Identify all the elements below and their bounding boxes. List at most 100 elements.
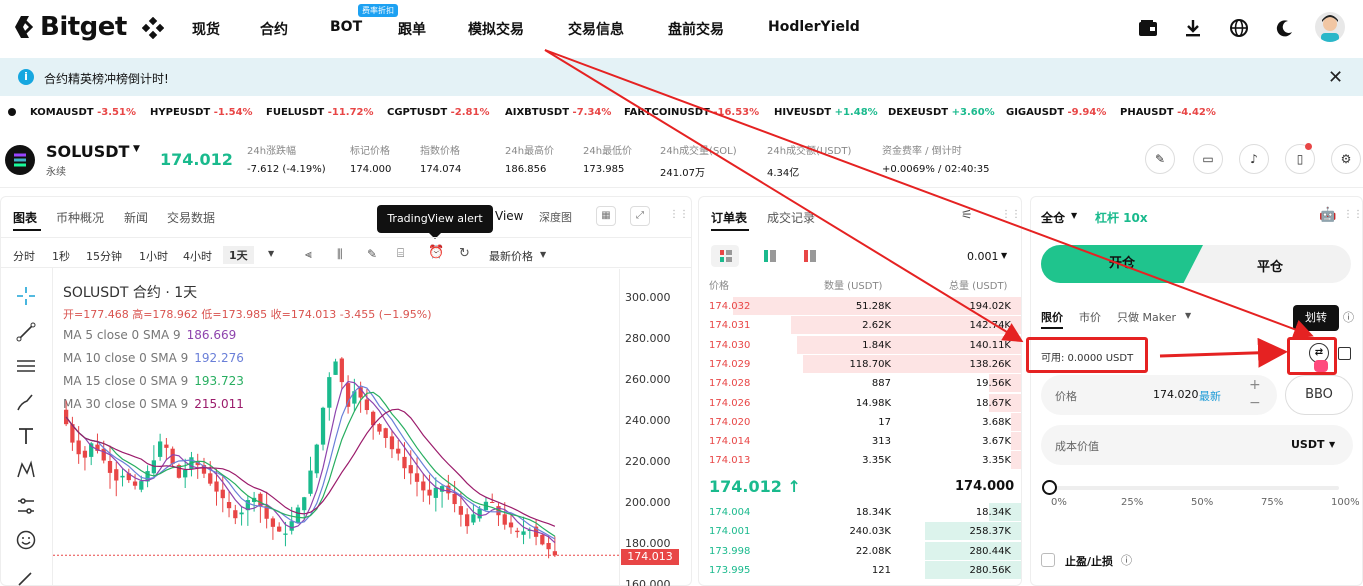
orderbook-row[interactable]: 174.031 2.62K 142.74K (701, 316, 1021, 335)
crosshair-icon[interactable] (15, 285, 37, 307)
globe-icon[interactable] (1227, 16, 1251, 40)
amount-slider-handle[interactable] (1042, 480, 1057, 495)
tab-trade-data[interactable]: 交易数据 (167, 209, 215, 226)
precision-dropdown-icon[interactable]: ▼ (1001, 251, 1007, 260)
bbo-button[interactable]: BBO (1285, 375, 1353, 415)
settings-icon[interactable]: ⚙ (1331, 144, 1361, 174)
measure-icon[interactable] (15, 495, 37, 517)
ticker-item[interactable]: GIGAUSDT -9.94% (1006, 107, 1106, 118)
drag-handle-icon[interactable]: ⋮⋮ (1001, 209, 1021, 220)
emoji-icon[interactable] (15, 529, 37, 551)
tf-15m[interactable]: 15分钟 (86, 248, 122, 264)
orderbook-row[interactable]: 174.004 18.34K 18.34K (701, 503, 1021, 522)
robot-icon[interactable]: 🤖 (1319, 207, 1336, 223)
tf-4h[interactable]: 4小时 (183, 248, 212, 264)
margin-mode-select[interactable]: 全仓 (1041, 209, 1065, 226)
order-type-market[interactable]: 市价 (1079, 309, 1101, 325)
ruler-icon[interactable] (15, 569, 37, 586)
tpsl-checkbox[interactable] (1041, 553, 1055, 567)
cost-input[interactable]: 成本价值 USDT ▼ (1041, 425, 1353, 465)
brush-icon[interactable] (15, 391, 37, 413)
fullscreen-icon[interactable]: ⤢ (630, 206, 650, 226)
tab-news[interactable]: 新闻 (124, 209, 148, 226)
orderbook-row[interactable]: 173.998 22.08K 280.44K (701, 541, 1021, 561)
orderbook-row[interactable]: 173.995 121 280.56K (701, 560, 1021, 580)
refresh-icon[interactable]: ↻ (459, 246, 470, 261)
slider-mark[interactable]: 100% (1331, 497, 1360, 508)
calculator-icon[interactable] (1338, 347, 1351, 360)
candle-type-icon[interactable]: ⫼ (337, 247, 343, 262)
ticket-icon[interactable]: ▭ (1193, 144, 1223, 174)
cost-unit-select[interactable]: USDT (1291, 438, 1325, 451)
slider-mark[interactable]: 50% (1191, 497, 1213, 508)
close-position-tab[interactable]: 平仓 (1257, 256, 1283, 275)
dark-mode-icon[interactable] (1273, 16, 1297, 40)
slider-mark[interactable]: 75% (1261, 497, 1283, 508)
order-type-dropdown-icon[interactable]: ▼ (1185, 311, 1191, 320)
ticker-item[interactable]: AIXBTUSDT -7.34% (505, 107, 611, 118)
trend-line-icon[interactable] (15, 321, 37, 343)
ticker-item[interactable]: DEXEUSDT +3.60% (888, 107, 995, 118)
view-both-icon[interactable] (711, 245, 739, 267)
tf-line[interactable]: 分时 (13, 248, 35, 264)
tab-coin-overview[interactable]: 币种概况 (56, 209, 104, 226)
horizontal-lines-icon[interactable] (15, 355, 37, 377)
apps-grid-icon[interactable] (141, 16, 165, 40)
ticker-item[interactable]: FUELUSDT -11.72% (266, 107, 374, 118)
price-value[interactable]: 174.020 (1153, 388, 1199, 401)
help-icon[interactable]: ⓘ (1343, 309, 1354, 325)
drag-handle-icon[interactable]: ⋮⋮ (1343, 209, 1363, 220)
nav-spot[interactable]: 现货 (192, 19, 220, 39)
open-position-tab[interactable]: 开仓 (1041, 245, 1203, 283)
price-input[interactable]: 价格 174.020 最新 + − (1041, 375, 1277, 415)
nav-hodleryield[interactable]: HodlerYield (768, 19, 860, 35)
nav-copy-trading[interactable]: 跟单 (398, 19, 426, 39)
settings-sliders-icon[interactable]: ⚟ (961, 208, 973, 223)
avatar[interactable] (1315, 12, 1345, 42)
tf-1h[interactable]: 1小时 (139, 248, 168, 264)
orderbook-row[interactable]: 174.001 240.03K 258.37K (701, 522, 1021, 541)
price-mode-select[interactable]: 最新价格 (489, 248, 533, 264)
nav-futures[interactable]: 合约 (260, 19, 288, 39)
orderbook-row[interactable]: 174.030 1.84K 140.11K (701, 335, 1021, 355)
symbol-dropdown-icon[interactable]: ▼ (133, 144, 140, 154)
timeframe-dropdown-icon[interactable]: ▼ (268, 249, 274, 258)
cost-unit-dropdown-icon[interactable]: ▼ (1329, 440, 1335, 449)
wallet-icon[interactable] (1136, 16, 1160, 40)
precision-select[interactable]: 0.001 (967, 250, 999, 263)
price-decrement-button[interactable]: − (1249, 395, 1261, 411)
view-bids-icon[interactable] (755, 245, 783, 267)
orderbook-row[interactable]: 174.032 51.28K 194.02K (701, 297, 1021, 316)
nav-demo-trading[interactable]: 模拟交易 (468, 19, 524, 39)
layout-grid-icon[interactable]: ▦ (596, 206, 616, 226)
banner-text[interactable]: 合约精英榜冲榜倒计时! (44, 70, 169, 87)
margin-mode-dropdown-icon[interactable]: ▼ (1071, 211, 1077, 220)
candlestick-chart[interactable] (53, 269, 619, 586)
tf-1s[interactable]: 1秒 (52, 248, 70, 264)
tab-tradingview[interactable]: View (495, 209, 523, 223)
orderbook-row[interactable]: 174.029 118.70K 138.26K (701, 354, 1021, 374)
drag-handle-icon[interactable]: ⋮⋮ (669, 209, 689, 220)
alarm-clock-icon[interactable]: ⏰ (428, 245, 444, 260)
ticker-item[interactable]: CGPTUSDT -2.81% (387, 107, 489, 118)
orderbook-row[interactable]: 174.026 14.98K 18.67K (701, 393, 1021, 413)
orderbook-row[interactable]: 174.014 313 3.67K (701, 432, 1021, 451)
tf-1d[interactable]: 1天 (223, 246, 254, 264)
tab-chart[interactable]: 图表 (13, 209, 37, 226)
slider-mark[interactable]: 0% (1051, 497, 1067, 508)
leverage-select[interactable]: 杠杆 10x (1095, 209, 1148, 226)
nav-pre-market[interactable]: 盘前交易 (668, 19, 724, 39)
orderbook-row[interactable]: 174.020 17 3.68K (701, 412, 1021, 432)
nav-trading-info[interactable]: 交易信息 (568, 19, 624, 39)
order-type-limit[interactable]: 限价 (1041, 309, 1063, 325)
close-icon[interactable]: ✕ (1328, 67, 1343, 88)
nav-bot[interactable]: BOT (330, 19, 362, 35)
orderbook-row[interactable]: 174.028 887 19.56K (701, 374, 1021, 393)
price-increment-button[interactable]: + (1249, 377, 1261, 393)
tab-trades[interactable]: 成交记录 (767, 209, 815, 226)
price-mode-dropdown-icon[interactable]: ▼ (540, 250, 546, 259)
text-tool-icon[interactable] (15, 425, 37, 447)
view-asks-icon[interactable] (795, 245, 823, 267)
draw-icon[interactable]: ✎ (367, 247, 377, 261)
tab-depth[interactable]: 深度图 (539, 209, 572, 225)
